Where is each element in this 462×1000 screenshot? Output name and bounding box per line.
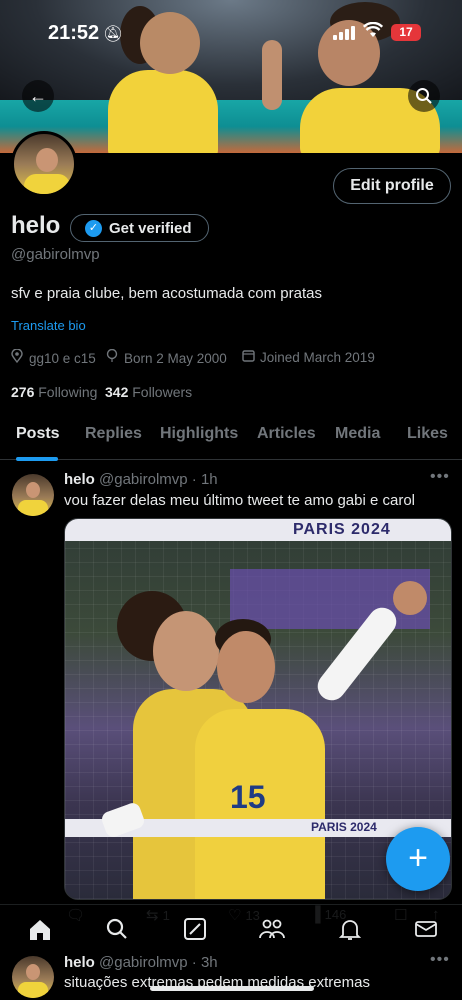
- tab-media[interactable]: Media: [335, 425, 380, 443]
- followers-count: 342: [105, 384, 129, 400]
- media-jersey-number: 15: [230, 779, 266, 815]
- banner-player-jersey: [108, 70, 218, 153]
- tweet-item[interactable]: helo @gabirolmvp · 3h ••• situações extr…: [0, 946, 462, 1000]
- mail-icon: [415, 921, 437, 937]
- battery-indicator: 17: [391, 24, 421, 41]
- balloon-icon: [106, 348, 120, 366]
- compose-button[interactable]: +: [386, 827, 450, 891]
- cellular-signal-icon: [333, 26, 355, 40]
- following-link[interactable]: 276 Following: [11, 384, 97, 400]
- wifi-icon: [362, 21, 384, 43]
- profile-name: helo: [11, 212, 61, 239]
- tab-highlights[interactable]: Highlights: [160, 425, 238, 443]
- media-player-fist: [393, 581, 427, 615]
- profile-handle: @gabirolmvp: [11, 246, 100, 263]
- home-icon: [30, 920, 50, 940]
- get-verified-button[interactable]: ✓ Get verified: [70, 214, 209, 242]
- search-button[interactable]: [408, 80, 440, 112]
- muted-bell-icon: 🔕︎: [103, 26, 124, 43]
- profile-joined: Joined March 2019: [242, 349, 375, 365]
- back-button[interactable]: ←: [22, 80, 54, 112]
- home-indicator[interactable]: [150, 986, 314, 991]
- profile-avatar[interactable]: [11, 131, 77, 197]
- following-count: 276: [11, 384, 35, 400]
- following-label: Following: [38, 384, 98, 400]
- plus-icon: +: [408, 839, 428, 877]
- tweet-header: helo @gabirolmvp · 1h: [64, 471, 218, 488]
- nav-grok[interactable]: [180, 917, 210, 947]
- active-tab-indicator: [16, 457, 58, 461]
- tab-likes[interactable]: Likes: [407, 425, 448, 443]
- bell-icon: [338, 920, 362, 940]
- verified-badge-icon: ✓: [85, 220, 102, 237]
- avatar-face: [26, 964, 40, 980]
- tweet-avatar[interactable]: [12, 956, 54, 998]
- grok-icon: [184, 918, 206, 940]
- profile-birthdate: Born 2 May 2000: [106, 348, 227, 366]
- communities-icon: [259, 919, 285, 939]
- tweet-avatar[interactable]: [12, 474, 54, 516]
- followers-link[interactable]: 342 Followers: [105, 384, 192, 400]
- banner-player-arm: [262, 40, 282, 110]
- joined-text: Joined March 2019: [260, 350, 375, 365]
- tweet-text: vou fazer delas meu último tweet te amo …: [64, 492, 416, 509]
- status-bar: 21:52 🔕︎ 17: [0, 21, 462, 48]
- translate-bio-link[interactable]: Translate bio: [11, 318, 86, 333]
- location-pin-icon: [11, 348, 25, 366]
- nav-explore[interactable]: [102, 917, 132, 947]
- followers-label: Followers: [132, 384, 193, 400]
- tweet-header: helo @gabirolmvp · 3h: [64, 954, 218, 971]
- tweet-author-name[interactable]: helo: [64, 954, 95, 971]
- tab-posts[interactable]: Posts: [16, 425, 60, 443]
- arrow-left-icon: ←: [29, 86, 47, 106]
- profile-bio: sfv e praia clube, bem acostumada com pr…: [11, 285, 322, 302]
- avatar-shirt: [18, 982, 48, 998]
- avatar-shirt: [24, 174, 70, 194]
- get-verified-label: Get verified: [109, 220, 192, 237]
- calendar-icon: [242, 349, 256, 365]
- birthdate-text: Born 2 May 2000: [124, 351, 227, 366]
- media-net-text: PARIS 2024: [311, 820, 377, 834]
- tweet-handle-time: @gabirolmvp · 1h: [99, 471, 218, 488]
- avatar-face: [36, 148, 58, 172]
- location-text: gg10 e c15: [29, 351, 96, 366]
- tweet-author-name[interactable]: helo: [64, 471, 95, 488]
- edit-profile-button[interactable]: Edit profile: [333, 168, 451, 204]
- media-player-face: [217, 631, 275, 703]
- media-banner-text: PARIS 2024: [293, 521, 391, 538]
- tweet-handle-time: @gabirolmvp · 3h: [99, 954, 218, 971]
- profile-tabs: Posts Replies Highlights Articles Media …: [0, 416, 462, 461]
- search-icon: [416, 88, 432, 104]
- nav-notifications[interactable]: [335, 917, 365, 947]
- tab-articles[interactable]: Articles: [257, 425, 316, 443]
- avatar-face: [26, 482, 40, 498]
- media-top-banner: PARIS 2024: [65, 519, 451, 541]
- avatar-shirt: [18, 500, 48, 516]
- status-time: 21:52: [48, 22, 100, 44]
- more-options-icon[interactable]: •••: [430, 951, 450, 969]
- more-options-icon[interactable]: •••: [430, 468, 450, 486]
- profile-location: gg10 e c15: [11, 348, 96, 366]
- nav-home[interactable]: [25, 917, 55, 947]
- nav-messages[interactable]: [411, 917, 441, 947]
- media-player-face: [153, 611, 219, 691]
- tab-replies[interactable]: Replies: [85, 425, 142, 443]
- nav-communities[interactable]: [257, 917, 287, 947]
- search-icon: [106, 918, 127, 939]
